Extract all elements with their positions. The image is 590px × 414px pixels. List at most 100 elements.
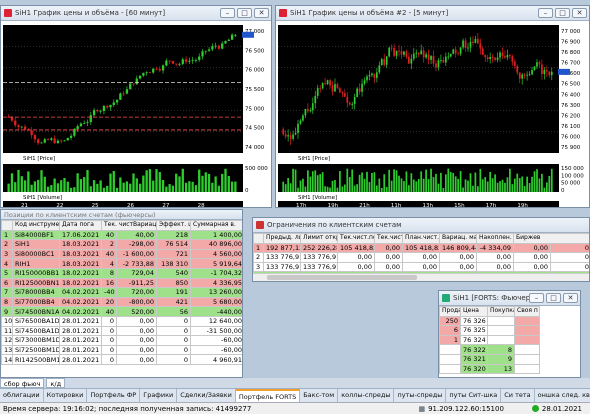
- price-volume-chart-5min[interactable]: 77 00076 90076 80076 70076 60076 50076 4…: [276, 21, 590, 208]
- volume-bar: [422, 178, 425, 192]
- chart-window-5min[interactable]: SiH1 График цены и объёма #2 - [5 минут]…: [275, 5, 590, 208]
- close-button[interactable]: ✕: [563, 293, 578, 303]
- volume-bar: [417, 179, 420, 192]
- positions-window[interactable]: Позиции по клиентским счетам (фьючерсы) …: [0, 209, 243, 378]
- limit-row[interactable]: 1 192 877,12 252 226,28 105 418,82 0,00 105 4…: [253, 242, 589, 254]
- cell-pos: 0: [101, 354, 117, 365]
- col-header[interactable]: План.чист.поз.: [402, 233, 440, 244]
- cell-sum: 4 960,91: [190, 354, 242, 365]
- col-header[interactable]: Код инструмента: [12, 220, 60, 231]
- minimize-button[interactable]: –: [220, 8, 235, 18]
- scrollbar-thumb[interactable]: [267, 275, 417, 280]
- col-header[interactable]: Своя п: [514, 306, 540, 317]
- position-row[interactable]: 14RI142500BM1D28.01.202100,0004 960,91: [1, 354, 242, 365]
- maximize-button[interactable]: □: [237, 8, 252, 18]
- candle-body: [427, 54, 430, 60]
- cell-value: 133 776,91: [263, 261, 301, 273]
- col-header[interactable]: Лимит откр. п: [300, 233, 338, 244]
- orderbook-row[interactable]: 6 76 325: [439, 325, 540, 336]
- col-header[interactable]: [1, 220, 13, 231]
- position-row[interactable]: 4 RIH1 18.03.2021 4 -2 733,88 138 310 5 919,64: [1, 258, 242, 269]
- col-header[interactable]: Эффект. цена: [156, 220, 191, 231]
- position-row[interactable]: 13 Si72500BM1D 28.01.2021 0 0,00 0 -60,00: [1, 344, 242, 356]
- volume-bar: [400, 178, 403, 192]
- col-header[interactable]: Продаж: [439, 306, 461, 317]
- tab-2[interactable]: Портфель ФР: [87, 389, 141, 402]
- orderbook-row[interactable]: 76 320 13: [439, 363, 540, 375]
- candle-body: [83, 123, 86, 124]
- chart1-titlebar[interactable]: SiH1 График цены и объёма - [60 минут] –…: [1, 6, 271, 21]
- volume-bar: [449, 172, 452, 192]
- volume-bar: [171, 185, 175, 192]
- position-row[interactable]: 11 Si74500BA1D 28.01.2021 0 0,00 0 -31 500,00: [1, 325, 242, 337]
- tab-7[interactable]: коллы-спреды: [338, 389, 395, 402]
- col-header[interactable]: Цена: [460, 306, 488, 317]
- position-row[interactable]: 3 Si80000BC1 18.03.2021 40 -1 600,00 721 4 560…: [1, 248, 242, 260]
- position-row[interactable]: 10 Si76500BA1D 28.01.2021 0 0,00 0 12 640,00: [1, 315, 242, 327]
- candle-body: [472, 41, 474, 43]
- maximize-button[interactable]: □: [555, 8, 570, 18]
- tab-3[interactable]: Графики: [140, 389, 178, 402]
- position-row[interactable]: 8 Si77000BB4 04.02.2021 20 -800,00 421 5 680,0…: [1, 296, 242, 308]
- position-row[interactable]: 5 RI150000BB1 18.02.2021 8 729,04 540 -1 704,3…: [1, 267, 242, 279]
- col-header[interactable]: Суммарная в.: [190, 220, 242, 231]
- position-row[interactable]: 7 Si78000BB4 04.02.2021 -40 720,00 191 13 260,…: [1, 287, 242, 298]
- position-row[interactable]: 12 Si73000BM1D 28.01.2021 0 0,00 0 -60,00: [1, 335, 242, 346]
- tab-1[interactable]: Котировки: [44, 389, 88, 402]
- orderbook-row[interactable]: 76 322 8: [439, 344, 540, 355]
- position-row[interactable]: 6 RI125000BN1 18.02.2021 16 -911,25 850 4 336,…: [1, 277, 242, 289]
- volume-bar: [447, 168, 450, 192]
- position-row[interactable]: 1 Si84000BF1 17.06.2021 40 40,00 218 1 400,00: [1, 229, 242, 241]
- tab-6[interactable]: Бакс-том: [300, 389, 339, 402]
- col-header[interactable]: Тек.чист.поз.: [337, 233, 375, 244]
- candle-body: [408, 56, 410, 64]
- tab-9[interactable]: путы Сит-шка: [446, 389, 502, 402]
- minimize-button[interactable]: –: [529, 293, 544, 303]
- close-button[interactable]: ✕: [254, 8, 269, 18]
- minimize-button[interactable]: –: [538, 8, 553, 18]
- volume-bar: [198, 169, 201, 192]
- col-header[interactable]: Вариац. маржа: [439, 233, 477, 244]
- lower-tab[interactable]: сбор фьюч: [0, 378, 45, 388]
- tab-8[interactable]: путы-спреды: [394, 389, 447, 402]
- orderbook-row[interactable]: 76 321 9: [439, 353, 540, 365]
- limits-window[interactable]: Ограничения по клиентским счетам Предыд.…: [252, 217, 590, 282]
- orderbook-window[interactable]: SiH1 [FORTS: Фьючерсы –□✕ Продаж Цена По…: [438, 290, 581, 378]
- maximize-button[interactable]: □: [546, 293, 561, 303]
- col-header[interactable]: [253, 233, 264, 244]
- col-header[interactable]: ПокупкаСвоя: [487, 306, 515, 317]
- cell-eff: 721: [156, 248, 191, 260]
- orderbook-row[interactable]: 250 76 326: [439, 315, 540, 327]
- positions-titlebar[interactable]: Позиции по клиентским счетам (фьючерсы): [1, 210, 242, 220]
- cell-pos: 40: [101, 229, 117, 241]
- col-header[interactable]: Предыд. лими: [263, 233, 301, 244]
- cell-eff: 56: [156, 306, 191, 317]
- col-header[interactable]: Тек.чист.поз. (: [374, 233, 403, 244]
- col-header[interactable]: Накоплен. д: [476, 233, 514, 244]
- tab-10[interactable]: Си тета: [501, 389, 535, 402]
- tab-5[interactable]: Портфель FORTS: [235, 389, 301, 402]
- lower-tab[interactable]: к/д: [46, 378, 66, 388]
- tab-0[interactable]: облигации: [0, 389, 44, 402]
- orderbook-titlebar[interactable]: SiH1 [FORTS: Фьючерсы –□✕: [439, 291, 580, 306]
- volume-bar: [408, 185, 410, 192]
- candle-body: [329, 80, 331, 86]
- orderbook-row[interactable]: 1 76 324: [439, 334, 540, 346]
- limits-titlebar[interactable]: Ограничения по клиентским счетам: [253, 218, 589, 233]
- col-header[interactable]: Биржев: [513, 233, 589, 244]
- tab-4[interactable]: Сделки/Заявки: [177, 389, 236, 402]
- limit-row[interactable]: 2 133 776,91 133 776,91 0,00 0,00 0,00 0,00 0,0…: [253, 252, 589, 263]
- position-row[interactable]: 9 Si74500BN1A 04.02.2021 40 520,00 56 -440,00: [1, 306, 242, 317]
- col-header[interactable]: Тек. чистВариац. марж: [101, 220, 157, 231]
- chart-window-60min[interactable]: SiH1 График цены и объёма - [60 минут] –…: [0, 5, 272, 208]
- candle-body: [410, 58, 413, 64]
- chart2-titlebar[interactable]: SiH1 График цены и объёма #2 - [5 минут]…: [276, 6, 589, 21]
- tab-11[interactable]: оншка след. квартал.: [535, 389, 590, 402]
- price-volume-chart-60min[interactable]: 77 00076 50076 00075 50075 00074 50074 0…: [1, 21, 272, 208]
- close-button[interactable]: ✕: [572, 8, 587, 18]
- limit-row[interactable]: 3 133 776,91 133 776,91 0,00 0,00 0,00 0,00 0,0…: [253, 261, 589, 273]
- horizontal-scrollbar[interactable]: [253, 273, 589, 281]
- position-row[interactable]: 2 SiH1 18.03.2021 2 -298,00 76 514 40 896,00: [1, 239, 242, 250]
- volume-bar: [425, 169, 427, 192]
- col-header[interactable]: Дата пога: [59, 220, 102, 231]
